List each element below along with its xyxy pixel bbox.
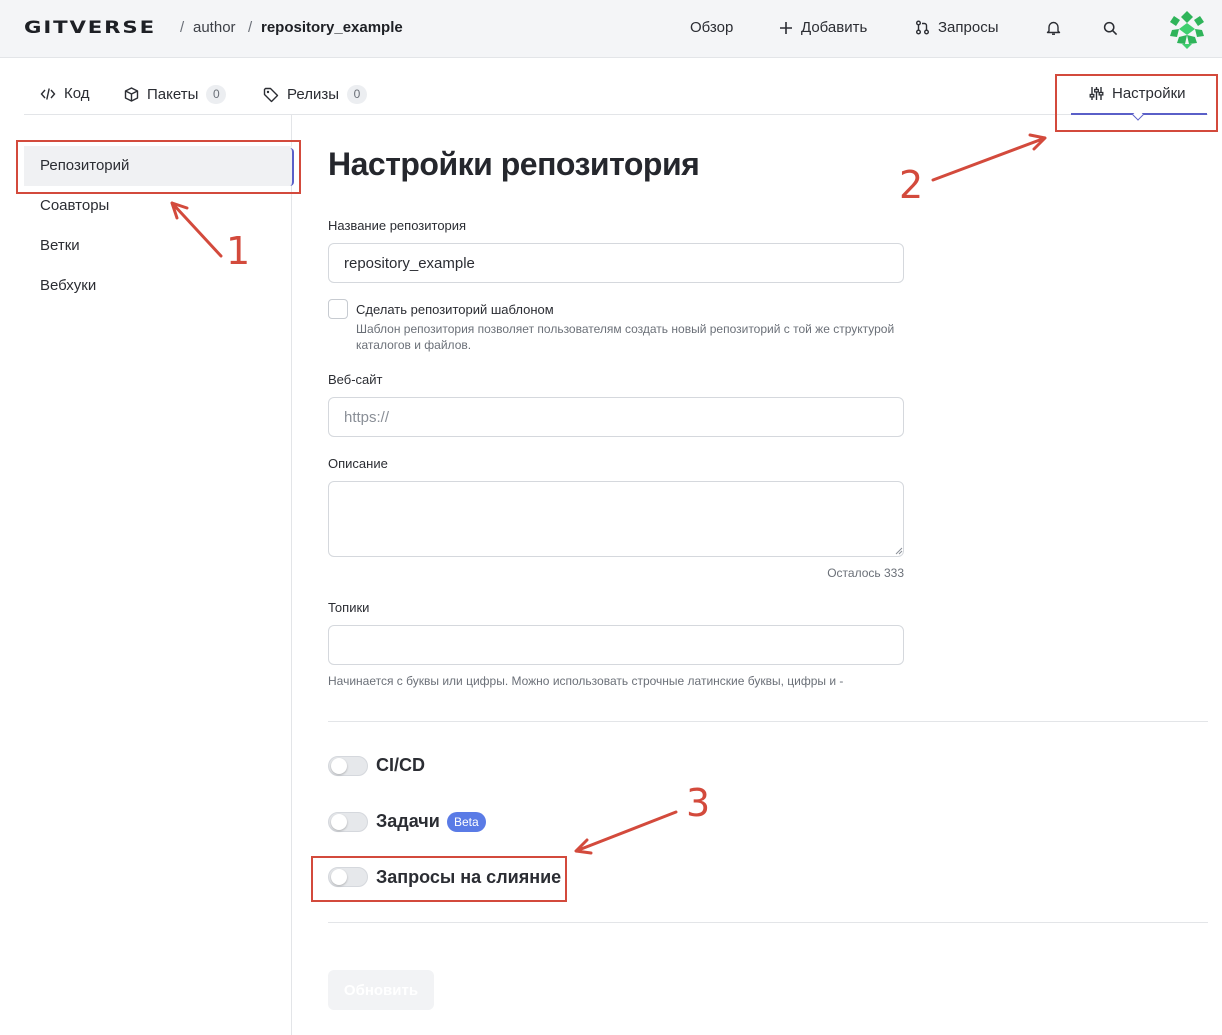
issues-toggle[interactable] — [328, 812, 368, 832]
notifications-button[interactable] — [1043, 18, 1063, 38]
website-label: Веб-сайт — [328, 372, 383, 387]
topics-label: Топики — [328, 600, 370, 615]
bell-icon — [1046, 21, 1060, 35]
cicd-toggle[interactable] — [328, 756, 368, 776]
update-button[interactable]: Обновить — [328, 970, 434, 1010]
resize-grip-icon[interactable] — [894, 546, 903, 555]
breadcrumb-repo[interactable]: repository_example — [261, 19, 403, 36]
annotation-number-1: 1 — [226, 229, 251, 273]
section-divider — [328, 922, 1208, 923]
template-hint: Шаблон репозитория позволяет пользовател… — [356, 322, 895, 352]
cicd-toggle-label: CI/CD — [376, 755, 425, 775]
package-icon — [124, 87, 139, 102]
packages-count-badge: 0 — [206, 85, 227, 104]
repo-name-label: Название репозитория — [328, 218, 467, 233]
website-input[interactable] — [328, 397, 904, 437]
sidebar-item-branches[interactable]: Ветки — [24, 226, 292, 266]
description-label: Описание — [328, 456, 388, 471]
annotation-box-1 — [16, 140, 301, 194]
tab-code-label: Код — [64, 85, 90, 102]
toggle-knob — [331, 814, 347, 830]
tag-icon — [263, 87, 279, 102]
tab-code[interactable]: Код — [40, 85, 90, 102]
code-icon — [40, 87, 56, 100]
beta-badge: Beta — [447, 812, 486, 832]
topics-hint: Начинается с буквы или цифры. Можно испо… — [328, 674, 844, 688]
releases-count-badge: 0 — [346, 85, 367, 104]
nav-overview[interactable]: Обзор — [690, 19, 733, 36]
section-divider — [328, 721, 1208, 722]
topics-input[interactable] — [328, 625, 904, 665]
nav-requests-label: Запросы — [938, 19, 999, 36]
gitverse-logo[interactable]: GITVERSE — [24, 18, 156, 38]
pull-request-icon — [916, 20, 929, 35]
nav-requests[interactable]: Запросы — [915, 19, 999, 36]
top-bar: GITVERSE / author / repository_example О… — [0, 0, 1222, 58]
plus-icon — [780, 21, 792, 34]
tab-packages[interactable]: Пакеты 0 — [124, 85, 227, 104]
breadcrumb-separator: / — [180, 19, 185, 36]
sidebar-item-webhooks[interactable]: Вебхуки — [24, 266, 292, 306]
breadcrumb-owner[interactable]: author — [193, 19, 236, 36]
avatar[interactable] — [1166, 8, 1208, 50]
repo-tabs: Код Пакеты 0 Релизы 0 — [24, 58, 1208, 115]
tab-packages-label: Пакеты — [147, 86, 199, 103]
annotation-arrow-3 — [574, 810, 678, 855]
tab-releases-label: Релизы — [287, 86, 339, 103]
nav-overview-label: Обзор — [690, 19, 734, 36]
search-icon — [1103, 21, 1117, 35]
annotation-box-3 — [311, 856, 567, 902]
tab-releases[interactable]: Релизы 0 — [263, 85, 367, 104]
annotation-number-3: 3 — [686, 781, 711, 825]
issues-toggle-label: Задачи — [376, 811, 440, 831]
breadcrumb-separator: / — [248, 19, 253, 36]
toggle-knob — [331, 758, 347, 774]
description-textarea[interactable] — [328, 481, 904, 557]
nav-add-button[interactable]: Добавить — [779, 19, 867, 36]
annotation-number-2: 2 — [899, 163, 924, 207]
annotation-arrow-2 — [931, 133, 1047, 182]
template-checkbox[interactable] — [328, 299, 348, 319]
annotation-box-2 — [1055, 74, 1218, 132]
nav-add-label: Добавить — [801, 19, 868, 36]
template-checkbox-label[interactable]: Сделать репозиторий шаблоном — [356, 302, 554, 317]
search-button[interactable] — [1100, 18, 1120, 38]
page-title: Настройки репозитория — [328, 146, 700, 182]
chars-left-counter: Осталось 333 — [827, 566, 904, 580]
repo-name-input[interactable] — [328, 243, 904, 283]
